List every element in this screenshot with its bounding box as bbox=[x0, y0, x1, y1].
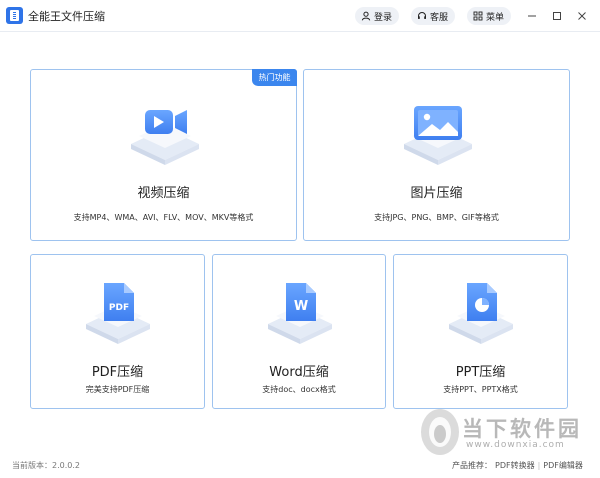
ppt-card-title: PPT压缩 bbox=[455, 365, 506, 380]
version-label: 当前版本：2.0.0.2 bbox=[12, 461, 80, 470]
service-label: 客服 bbox=[430, 12, 449, 23]
headset-icon bbox=[418, 12, 426, 19]
word-icon-text: W bbox=[294, 299, 308, 314]
word-compress-card[interactable]: W Word压缩 支持doc、docx格式 bbox=[212, 254, 386, 409]
video-card-description: 支持MP4、WMA、AVI、FLV、MOV、MKV等格式 bbox=[73, 213, 254, 222]
watermark-url: www.downxia.com bbox=[466, 440, 565, 450]
video-compress-card[interactable]: 热门功能 视频压缩 支持MP4、WMA、AVI、FLV、MOV、MKV等格式 bbox=[30, 69, 297, 241]
word-card-title: Word压缩 bbox=[269, 365, 329, 380]
watermark-text: 当下软件园 bbox=[462, 417, 582, 441]
pdf-editor-link[interactable]: PDF编辑器 bbox=[543, 460, 583, 471]
maximize-icon bbox=[553, 12, 561, 20]
close-icon bbox=[578, 12, 586, 20]
menu-button[interactable]: 菜单 bbox=[467, 7, 512, 25]
title-bar: 全能王文件压缩 登录 客服 菜单 bbox=[0, 0, 600, 32]
word-file-icon: W bbox=[264, 281, 336, 345]
minimize-button[interactable] bbox=[522, 6, 542, 26]
ppt-compress-card[interactable]: PPT压缩 支持PPT、PPTX格式 bbox=[393, 254, 568, 409]
image-card-description: 支持JPG、PNG、BMP、GIF等格式 bbox=[374, 213, 499, 222]
close-button[interactable] bbox=[572, 6, 592, 26]
image-compress-card[interactable]: 图片压缩 支持JPG、PNG、BMP、GIF等格式 bbox=[303, 69, 570, 241]
pdf-file-icon: PDF bbox=[82, 281, 154, 345]
picture-icon bbox=[400, 102, 476, 166]
grid-menu-icon bbox=[473, 11, 483, 21]
login-label: 登录 bbox=[374, 12, 393, 23]
ppt-card-description: 支持PPT、PPTX格式 bbox=[443, 385, 518, 394]
menu-label: 菜单 bbox=[486, 12, 505, 23]
video-camera-icon bbox=[127, 102, 203, 166]
products-label: 产品推荐： bbox=[452, 461, 492, 470]
login-button[interactable]: 登录 bbox=[355, 7, 400, 25]
pdf-card-description: 完美支持PDF压缩 bbox=[85, 385, 150, 394]
image-card-title: 图片压缩 bbox=[410, 186, 463, 201]
ppt-file-icon bbox=[445, 281, 517, 345]
product-recommendations: 产品推荐： PDF转换器 | PDF编辑器 bbox=[452, 460, 583, 471]
user-icon bbox=[361, 11, 371, 21]
pdf-compress-card[interactable]: PDF PDF压缩 完美支持PDF压缩 bbox=[30, 254, 205, 409]
video-card-title: 视频压缩 bbox=[137, 186, 190, 201]
maximize-button[interactable] bbox=[547, 6, 567, 26]
pdf-card-title: PDF压缩 bbox=[91, 365, 144, 380]
hot-feature-badge: 热门功能 bbox=[252, 69, 297, 86]
pdf-icon-text: PDF bbox=[109, 303, 129, 313]
app-title: 全能王文件压缩 bbox=[28, 10, 105, 23]
minimize-icon bbox=[528, 15, 536, 17]
pdf-converter-link[interactable]: PDF转换器 bbox=[495, 460, 535, 471]
word-card-description: 支持doc、docx格式 bbox=[262, 385, 336, 394]
customer-service-button[interactable]: 客服 bbox=[411, 7, 456, 25]
footer-divider: | bbox=[537, 461, 541, 470]
app-logo-icon bbox=[6, 7, 23, 24]
